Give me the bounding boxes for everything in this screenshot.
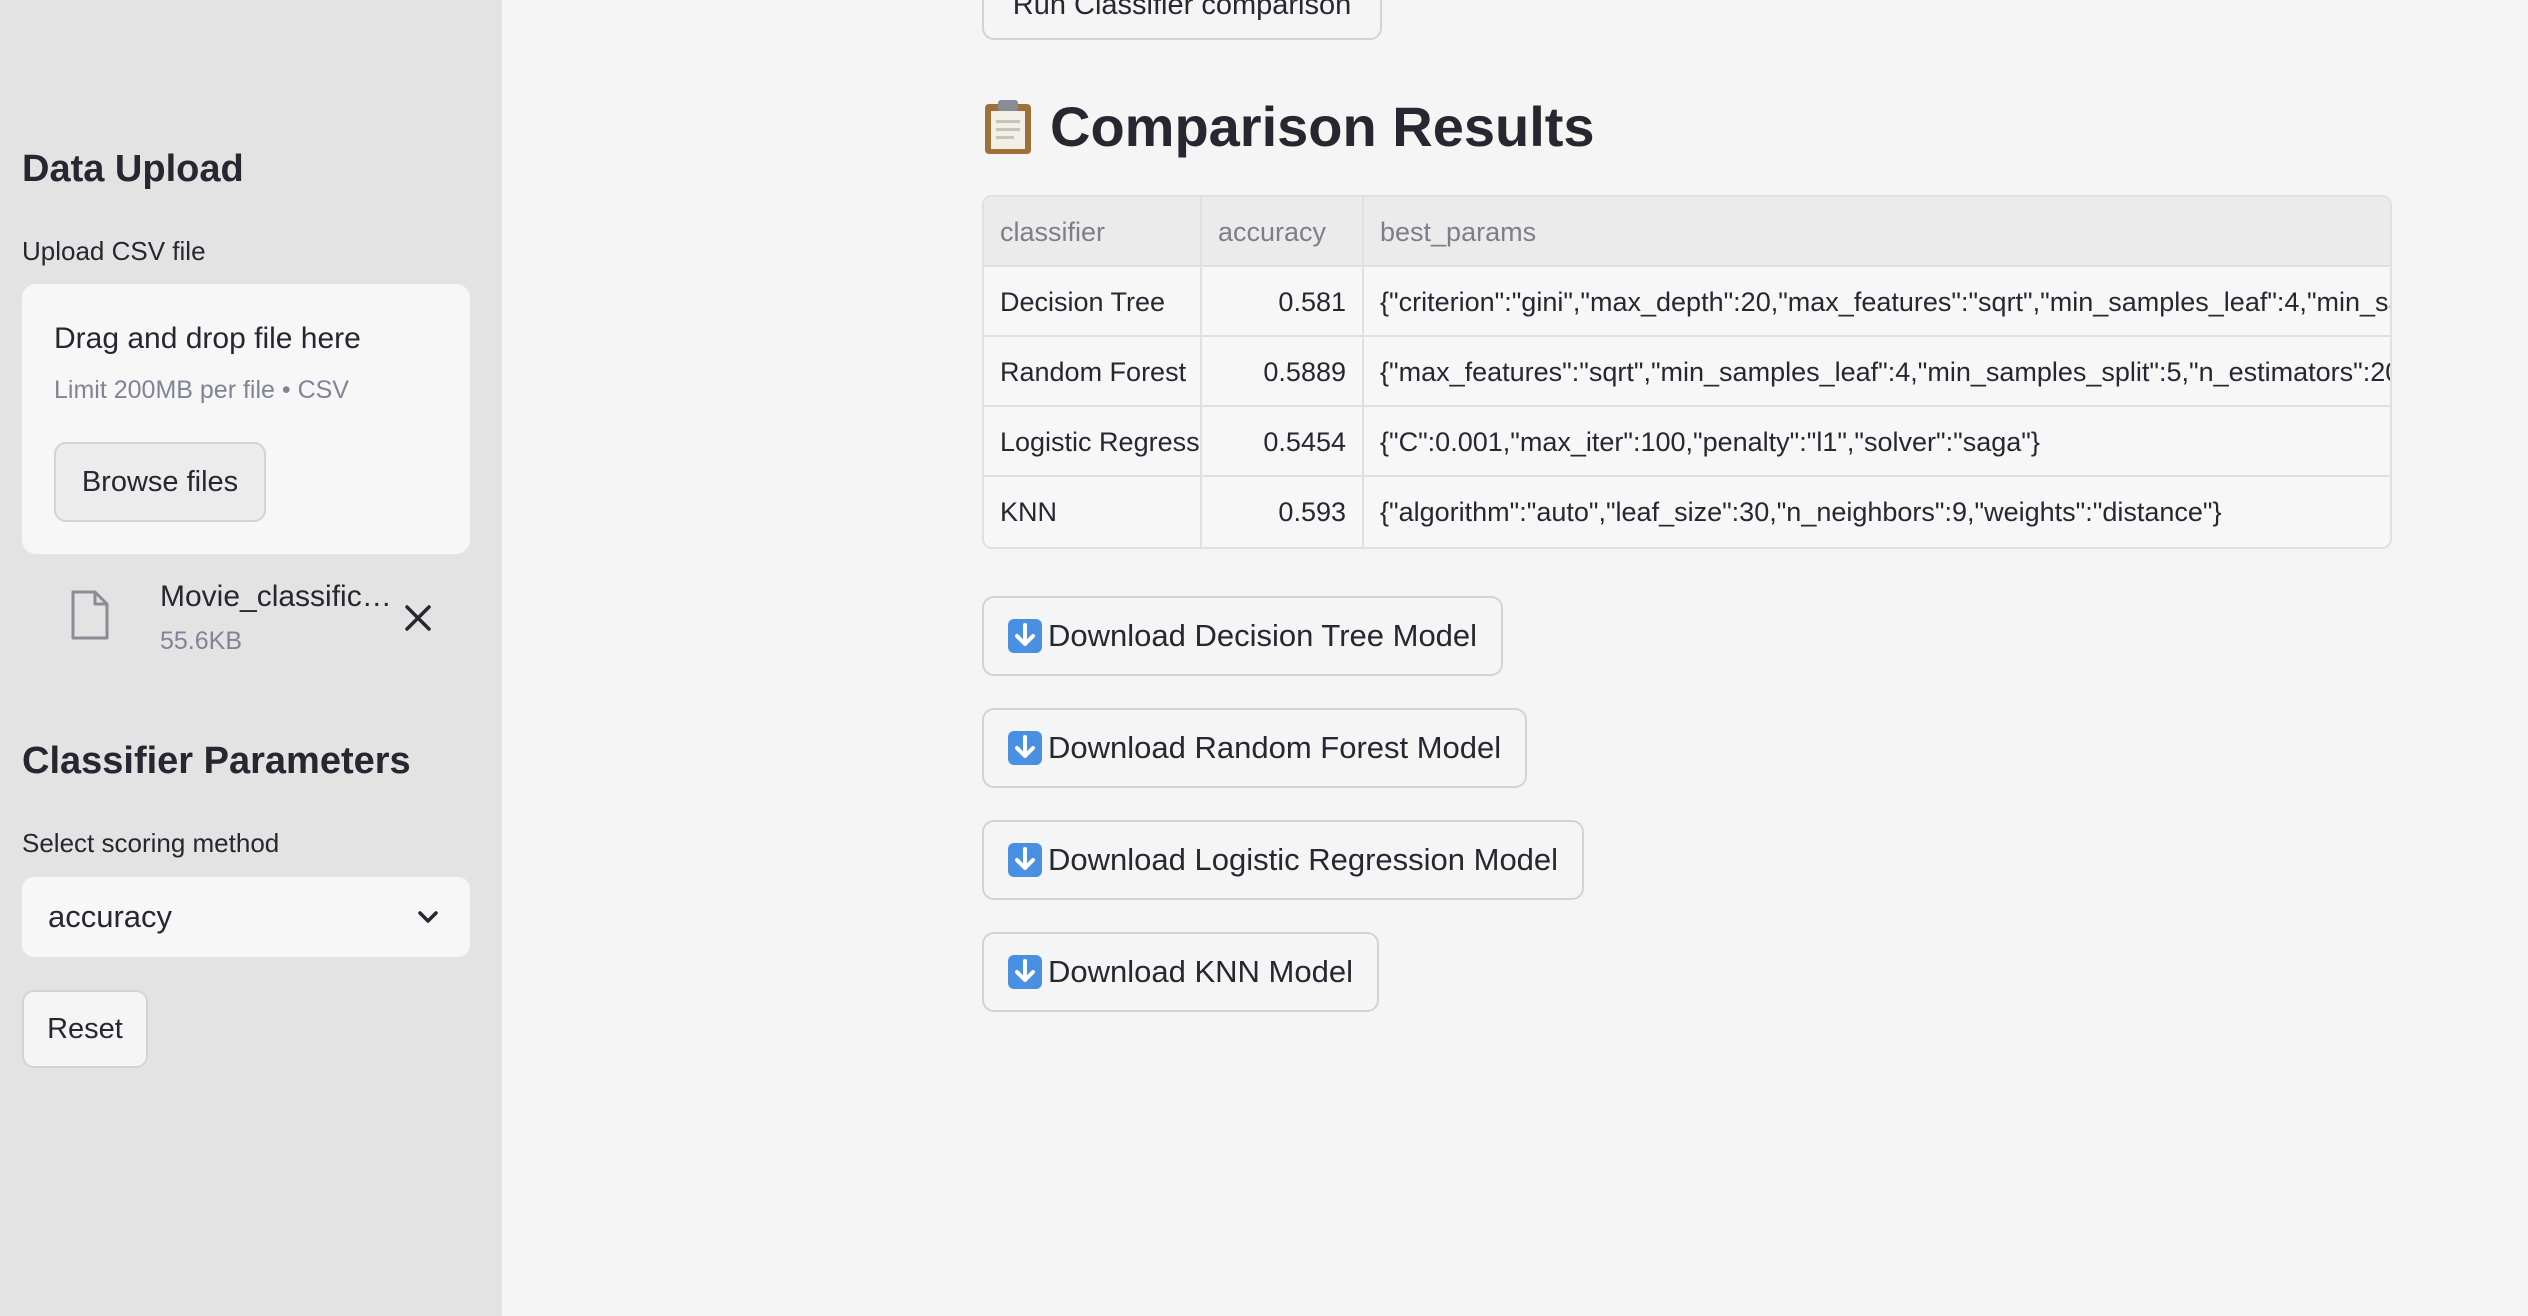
download-knn-label: Download KNN Model (1048, 954, 1353, 989)
table-row: Decision Tree 0.581 {"criterion":"gini",… (984, 267, 2390, 337)
accuracy-cell[interactable]: 0.581 (1202, 267, 1364, 337)
best-params-cell[interactable]: {"max_features":"sqrt","min_samples_leaf… (1364, 337, 2390, 407)
scoring-method-select[interactable]: accuracy (22, 877, 470, 957)
clipboard-icon (982, 98, 1034, 156)
download-decision-tree-button[interactable]: Download Decision Tree Model (982, 596, 1504, 676)
table-header-row: classifier accuracy best_params (984, 197, 2390, 267)
chevron-down-icon (418, 911, 438, 923)
results-table: classifier accuracy best_params Decision… (982, 195, 2392, 549)
table-row: KNN 0.593 {"algorithm":"auto","leaf_size… (984, 477, 2390, 547)
file-dropzone[interactable]: Drag and drop file here Limit 200MB per … (22, 284, 470, 554)
download-logistic-regression-label: Download Logistic Regression Model (1048, 842, 1559, 877)
column-header-classifier[interactable]: classifier (984, 197, 1202, 267)
accuracy-cell[interactable]: 0.593 (1202, 477, 1364, 547)
scoring-method-value: accuracy (48, 899, 173, 934)
down-arrow-icon (1008, 731, 1042, 765)
accuracy-cell[interactable]: 0.5454 (1202, 407, 1364, 477)
download-knn-button[interactable]: Download KNN Model (982, 932, 1379, 1012)
dropzone-title: Drag and drop file here (54, 322, 361, 355)
uploaded-file-name: Movie_classification.csv (160, 580, 392, 613)
run-classifier-comparison-button[interactable]: Run Classifier comparison (982, 0, 1382, 40)
scoring-method-label: Select scoring method (22, 828, 280, 858)
main-content: Run Classifier comparison Comparison Res… (502, 0, 2528, 1316)
best-params-cell[interactable]: {"algorithm":"auto","leaf_size":30,"n_ne… (1364, 477, 2390, 547)
classifier-cell[interactable]: Logistic Regression (984, 407, 1202, 477)
down-arrow-icon (1008, 619, 1042, 653)
uploaded-file-size: 55.6KB (160, 627, 243, 655)
sidebar: Data Upload Upload CSV file Drag and dro… (0, 0, 502, 1316)
download-random-forest-label: Download Random Forest Model (1048, 730, 1502, 765)
download-random-forest-button[interactable]: Download Random Forest Model (982, 708, 1528, 788)
classifier-cell[interactable]: Random Forest (984, 337, 1202, 407)
browse-files-button[interactable]: Browse files (54, 442, 266, 522)
classifier-cell[interactable]: Decision Tree (984, 267, 1202, 337)
upload-csv-label: Upload CSV file (22, 236, 206, 266)
classifier-parameters-heading: Classifier Parameters (22, 740, 411, 782)
best-params-cell[interactable]: {"criterion":"gini","max_depth":20,"max_… (1364, 267, 2390, 337)
page-title: Comparison Results (982, 94, 1595, 159)
download-logistic-regression-button[interactable]: Download Logistic Regression Model (982, 820, 1585, 900)
table-row: Logistic Regression 0.5454 {"C":0.001,"m… (984, 407, 2390, 477)
column-header-accuracy[interactable]: accuracy (1202, 197, 1364, 267)
close-icon[interactable] (400, 600, 436, 636)
page-title-text: Comparison Results (1050, 95, 1595, 158)
dropzone-limit: Limit 200MB per file • CSV (54, 376, 349, 404)
down-arrow-icon (1008, 843, 1042, 877)
table-row: Random Forest 0.5889 {"max_features":"sq… (984, 337, 2390, 407)
down-arrow-icon (1008, 955, 1042, 989)
best-params-cell[interactable]: {"C":0.001,"max_iter":100,"penalty":"l1"… (1364, 407, 2390, 477)
column-header-best-params[interactable]: best_params (1364, 197, 2390, 267)
accuracy-cell[interactable]: 0.5889 (1202, 337, 1364, 407)
classifier-cell[interactable]: KNN (984, 477, 1202, 547)
file-icon (71, 590, 109, 640)
reset-button[interactable]: Reset (22, 990, 148, 1068)
data-upload-heading: Data Upload (22, 148, 244, 190)
download-decision-tree-label: Download Decision Tree Model (1048, 618, 1478, 653)
